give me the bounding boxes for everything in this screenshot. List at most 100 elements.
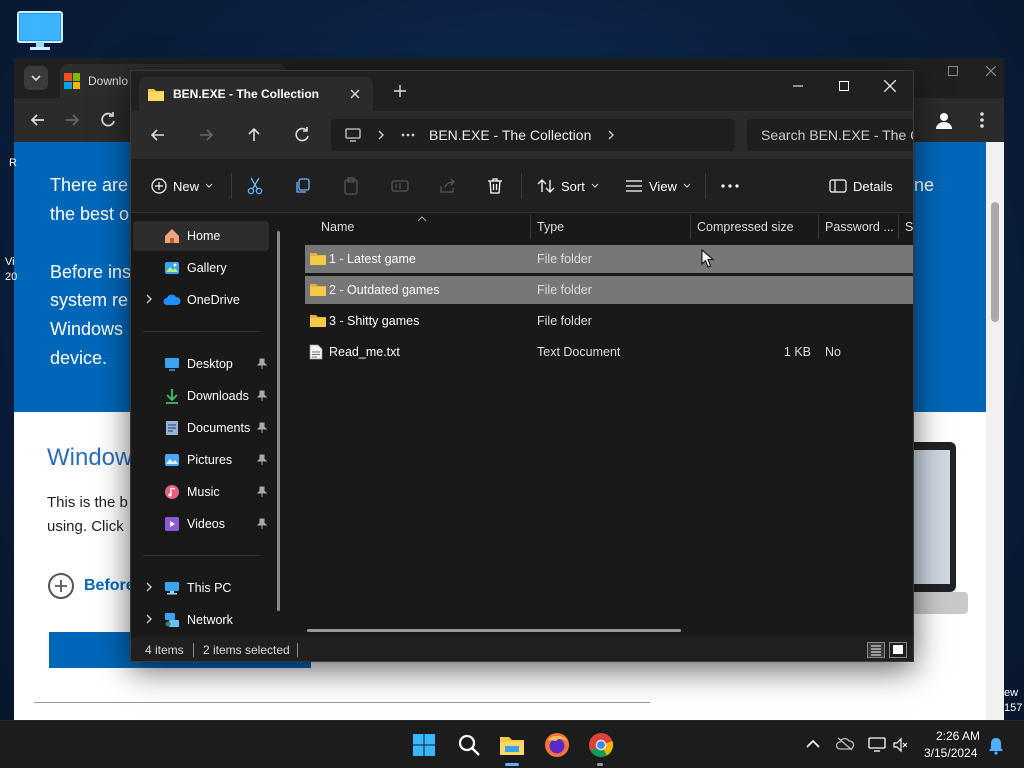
- cloud-offline-icon[interactable]: [836, 737, 854, 751]
- divider: [143, 331, 261, 332]
- scrollbar-thumb[interactable]: [991, 202, 999, 322]
- forward-arrow-icon[interactable]: [62, 110, 82, 130]
- sidebar-item-this-pc[interactable]: This PC: [133, 573, 269, 603]
- before-expander[interactable]: Before: [48, 573, 135, 599]
- pin-icon[interactable]: [257, 454, 267, 466]
- back-arrow-icon[interactable]: [149, 126, 167, 144]
- more-menu-icon[interactable]: [972, 110, 992, 130]
- column-header-compressed-size[interactable]: Compressed size: [691, 213, 817, 241]
- search-button[interactable]: [455, 731, 483, 759]
- copy-button[interactable]: [295, 175, 311, 197]
- sort-button[interactable]: Sort: [537, 175, 599, 197]
- back-arrow-icon[interactable]: [28, 110, 48, 130]
- profile-icon[interactable]: [934, 110, 954, 130]
- refresh-icon[interactable]: [293, 126, 311, 144]
- details-view-toggle[interactable]: [867, 642, 885, 658]
- running-app-indicator: [597, 763, 603, 766]
- sidebar-item-label: Downloads: [187, 389, 249, 403]
- scissors-icon: [247, 177, 263, 195]
- desktop-icon: [163, 355, 181, 373]
- divider: [143, 555, 261, 556]
- table-row[interactable]: Read_me.txt Text Document 1 KB No: [305, 338, 913, 366]
- explorer-tab[interactable]: BEN.EXE - The Collection: [139, 77, 373, 111]
- table-row[interactable]: 3 - Shitty games File folder: [305, 307, 913, 335]
- chevron-right-icon[interactable]: [145, 582, 153, 592]
- rename-button[interactable]: [391, 175, 409, 197]
- tiles-view-toggle[interactable]: [889, 642, 907, 658]
- chevron-right-icon[interactable]: [607, 130, 615, 140]
- maximize-button[interactable]: [821, 71, 867, 101]
- firefox-taskbar-button[interactable]: [543, 731, 571, 759]
- music-icon: [163, 483, 181, 501]
- pin-icon[interactable]: [257, 422, 267, 434]
- sidebar-item-music[interactable]: Music: [133, 477, 269, 507]
- sidebar-item-documents[interactable]: Documents: [133, 413, 269, 443]
- sidebar-item-network[interactable]: Network: [133, 605, 269, 635]
- new-button[interactable]: New: [151, 175, 213, 197]
- notification-bell-icon[interactable]: [988, 737, 1004, 755]
- close-icon[interactable]: [347, 86, 363, 102]
- rename-icon: [391, 180, 409, 192]
- cut-button[interactable]: [247, 175, 263, 197]
- tab-list-button[interactable]: [24, 66, 48, 90]
- pin-icon[interactable]: [257, 390, 267, 402]
- breadcrumb[interactable]: BEN.EXE - The Collection: [429, 127, 591, 143]
- column-header-size[interactable]: Si: [899, 213, 913, 241]
- monitor-icon[interactable]: [16, 10, 64, 52]
- clock-time[interactable]: 2:26 AM: [936, 729, 980, 743]
- refresh-icon[interactable]: [98, 110, 118, 130]
- sidebar-item-gallery[interactable]: Gallery: [133, 253, 269, 283]
- chrome-taskbar-button[interactable]: [587, 731, 615, 759]
- chevron-up-icon[interactable]: [806, 739, 820, 749]
- network-status-icon[interactable]: [868, 737, 886, 753]
- address-field[interactable]: BEN.EXE - The Collection: [331, 119, 735, 151]
- search-input[interactable]: Search BEN.EXE - The Col: [747, 119, 913, 151]
- folder-icon: [500, 737, 524, 755]
- monitor-icon: [345, 128, 361, 142]
- volume-muted-icon[interactable]: [893, 737, 909, 753]
- column-header-type[interactable]: Type: [531, 213, 689, 241]
- column-header-password[interactable]: Password ...: [819, 213, 897, 241]
- view-button[interactable]: View: [625, 175, 691, 197]
- file-explorer-taskbar-button[interactable]: [498, 731, 526, 759]
- sidebar-item-label: Documents: [187, 421, 251, 435]
- pin-icon[interactable]: [257, 486, 267, 498]
- pin-icon[interactable]: [257, 518, 267, 530]
- clock-date[interactable]: 3/15/2024: [924, 746, 977, 760]
- chevron-right-icon[interactable]: [145, 294, 153, 304]
- paste-button[interactable]: [343, 175, 359, 197]
- home-icon: [163, 227, 181, 245]
- sidebar-item-onedrive[interactable]: OneDrive: [133, 285, 269, 315]
- close-icon[interactable]: [986, 66, 996, 76]
- table-row[interactable]: 2 - Outdated games File folder: [305, 276, 913, 304]
- close-button[interactable]: [867, 71, 913, 101]
- ellipsis-icon[interactable]: [401, 133, 415, 137]
- delete-button[interactable]: [487, 175, 503, 197]
- chevron-right-icon[interactable]: [145, 614, 153, 624]
- minimize-button[interactable]: [775, 71, 821, 101]
- hero-text: Before ins: [50, 262, 132, 282]
- sidebar-item-pictures[interactable]: Pictures: [133, 445, 269, 475]
- forward-arrow-icon[interactable]: [197, 126, 215, 144]
- gallery-icon: [163, 259, 181, 277]
- more-options-button[interactable]: [721, 175, 739, 197]
- text-file-icon: [309, 344, 323, 360]
- sidebar-item-desktop[interactable]: Desktop: [133, 349, 269, 379]
- new-tab-plus-icon[interactable]: [393, 84, 407, 98]
- copy-icon: [296, 178, 310, 193]
- navigation-pane-scrollbar[interactable]: [277, 231, 280, 611]
- ellipsis-icon: [721, 184, 739, 188]
- sidebar-item-home[interactable]: Home: [133, 221, 269, 251]
- file-name: Read_me.txt: [329, 345, 400, 359]
- sidebar-item-videos[interactable]: Videos: [133, 509, 269, 539]
- table-row[interactable]: 1 - Latest game File folder: [305, 245, 913, 273]
- pin-icon[interactable]: [257, 358, 267, 370]
- horizontal-scrollbar[interactable]: [307, 629, 681, 632]
- up-arrow-icon[interactable]: [245, 126, 263, 144]
- details-button[interactable]: Details: [829, 175, 893, 197]
- start-button[interactable]: [410, 731, 438, 759]
- browser-scrollbar[interactable]: [986, 142, 1004, 720]
- share-button[interactable]: [439, 175, 457, 197]
- maximize-icon[interactable]: [948, 66, 958, 76]
- sidebar-item-downloads[interactable]: Downloads: [133, 381, 269, 411]
